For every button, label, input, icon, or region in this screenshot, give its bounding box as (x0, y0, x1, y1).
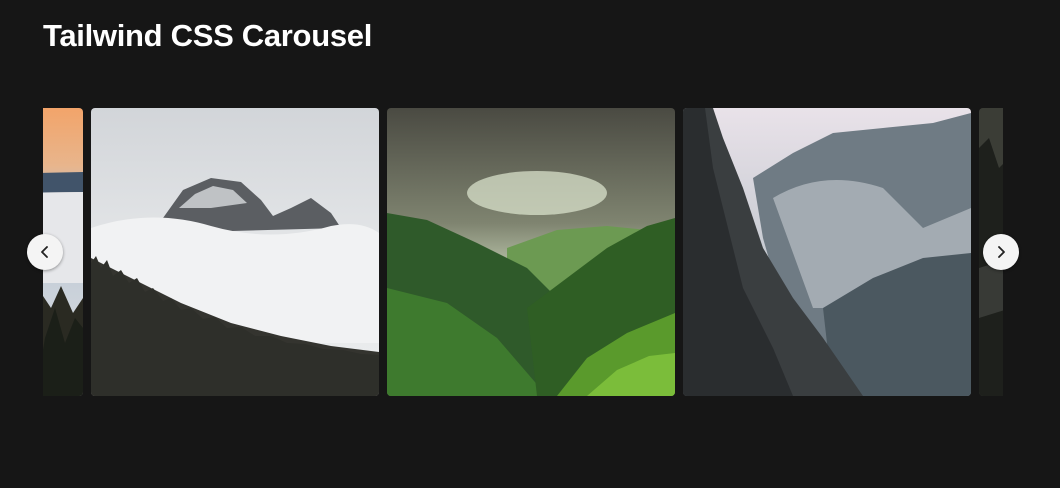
carousel-track (43, 108, 1003, 396)
page: Tailwind CSS Carousel (0, 0, 1060, 488)
carousel-slide[interactable] (91, 108, 379, 396)
page-title: Tailwind CSS Carousel (43, 18, 373, 53)
carousel-viewport[interactable] (43, 108, 1003, 396)
chevron-right-icon (998, 246, 1005, 258)
chevron-left-icon (41, 246, 48, 258)
carousel-slide[interactable] (683, 108, 971, 396)
carousel-next-button[interactable] (983, 234, 1019, 270)
carousel-prev-button[interactable] (27, 234, 63, 270)
carousel-slide[interactable] (387, 108, 675, 396)
green-valley-image (387, 108, 675, 396)
snowy-peak-clouds-image (91, 108, 379, 396)
misty-cliffs-image (683, 108, 971, 396)
